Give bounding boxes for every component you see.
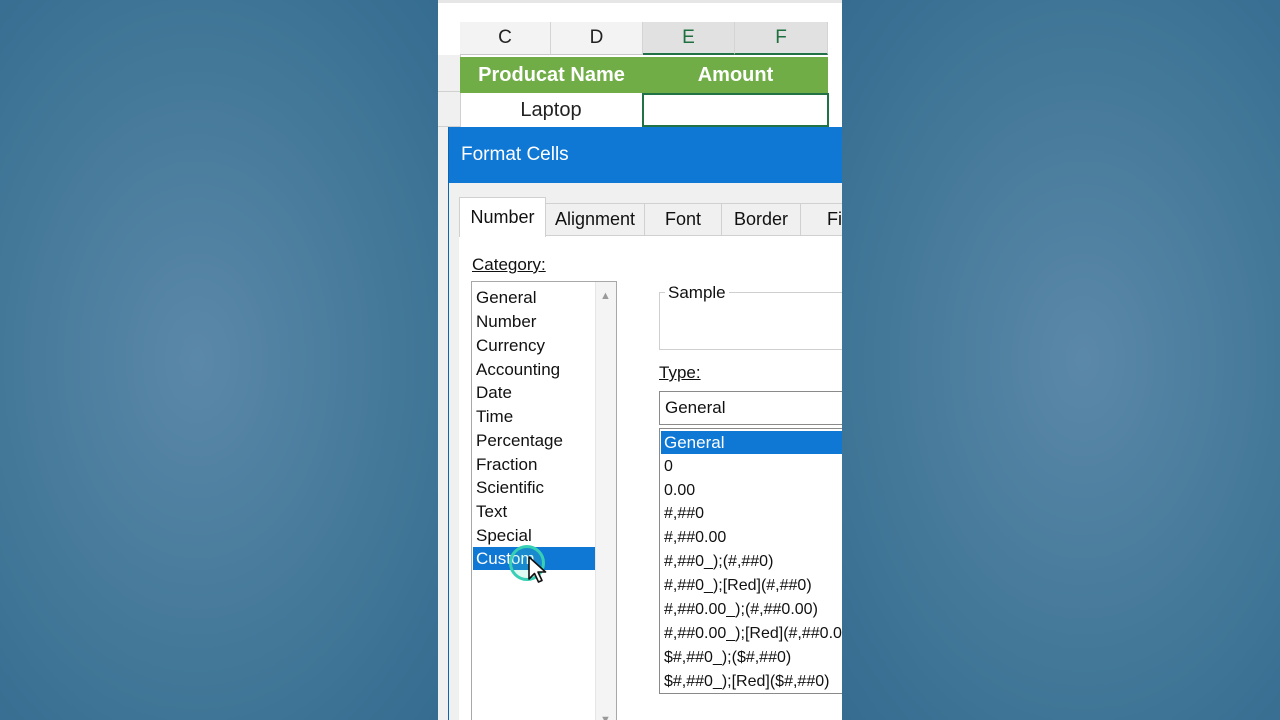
- background-left: [0, 0, 438, 720]
- format-cells-dialog: Format Cells Number Alignment Font Borde…: [448, 127, 842, 720]
- type-option[interactable]: $#,##0_);($#,##0): [664, 646, 791, 669]
- category-text[interactable]: Text: [476, 500, 507, 523]
- type-list[interactable]: General 0 0.00 #,##0 #,##0.00 #,##0_);(#…: [659, 428, 842, 694]
- tab-fill[interactable]: Fi: [800, 203, 842, 235]
- category-label: Category:: [472, 255, 546, 274]
- type-option[interactable]: #,##0.00_);(#,##0.00): [664, 598, 818, 621]
- tab-font[interactable]: Font: [644, 203, 722, 235]
- type-option[interactable]: 0.00: [664, 479, 695, 502]
- category-time[interactable]: Time: [476, 405, 513, 428]
- column-header-e[interactable]: E: [643, 22, 735, 55]
- screen-recording: C D E F Producat Name Amount Laptop Form…: [438, 0, 842, 720]
- category-general[interactable]: General: [476, 286, 536, 309]
- cell-product-laptop[interactable]: Laptop: [460, 93, 643, 127]
- scroll-up-icon[interactable]: ▲: [600, 290, 611, 302]
- type-label: Type:: [659, 363, 701, 382]
- tab-border[interactable]: Border: [721, 203, 801, 235]
- formula-bar-edge: [438, 0, 842, 3]
- category-percentage[interactable]: Percentage: [476, 429, 563, 452]
- type-option[interactable]: #,##0.00_);[Red](#,##0.00: [664, 622, 842, 645]
- background-right: [842, 0, 1280, 720]
- type-option[interactable]: $#,##0_);[Red]($#,##0): [664, 670, 829, 693]
- type-option[interactable]: #,##0: [664, 502, 704, 525]
- sample-label: Sample: [665, 283, 729, 303]
- column-header-d[interactable]: D: [551, 22, 643, 55]
- mouse-pointer-icon: [528, 556, 547, 583]
- click-indicator: [509, 545, 553, 589]
- category-date[interactable]: Date: [476, 381, 512, 404]
- column-header-c[interactable]: C: [460, 22, 551, 55]
- type-option[interactable]: General: [661, 431, 842, 454]
- category-scrollbar[interactable]: ▲ ▼: [595, 282, 616, 720]
- category-accounting[interactable]: Accounting: [476, 358, 560, 381]
- row-divider: [438, 91, 460, 92]
- type-option[interactable]: #,##0.00: [664, 526, 726, 549]
- dialog-title: Format Cells: [449, 127, 842, 183]
- type-option[interactable]: #,##0_);[Red](#,##0): [664, 574, 812, 597]
- scroll-down-icon[interactable]: ▼: [600, 714, 611, 720]
- category-number[interactable]: Number: [476, 310, 536, 333]
- category-special[interactable]: Special: [476, 524, 532, 547]
- category-currency[interactable]: Currency: [476, 334, 545, 357]
- cell-amount-selected[interactable]: [642, 93, 829, 127]
- table-header-amount[interactable]: Amount: [643, 57, 828, 93]
- category-scientific[interactable]: Scientific: [476, 476, 544, 499]
- tab-number[interactable]: Number: [459, 197, 546, 237]
- category-list[interactable]: General Number Currency Accounting Date …: [471, 281, 617, 720]
- type-option[interactable]: 0: [664, 455, 673, 478]
- category-fraction[interactable]: Fraction: [476, 453, 537, 476]
- type-input[interactable]: General: [659, 391, 842, 425]
- table-header-product-name[interactable]: Producat Name: [460, 57, 643, 93]
- type-option[interactable]: #,##0_);(#,##0): [664, 550, 773, 573]
- column-header-f[interactable]: F: [735, 22, 828, 55]
- tab-alignment[interactable]: Alignment: [545, 203, 645, 235]
